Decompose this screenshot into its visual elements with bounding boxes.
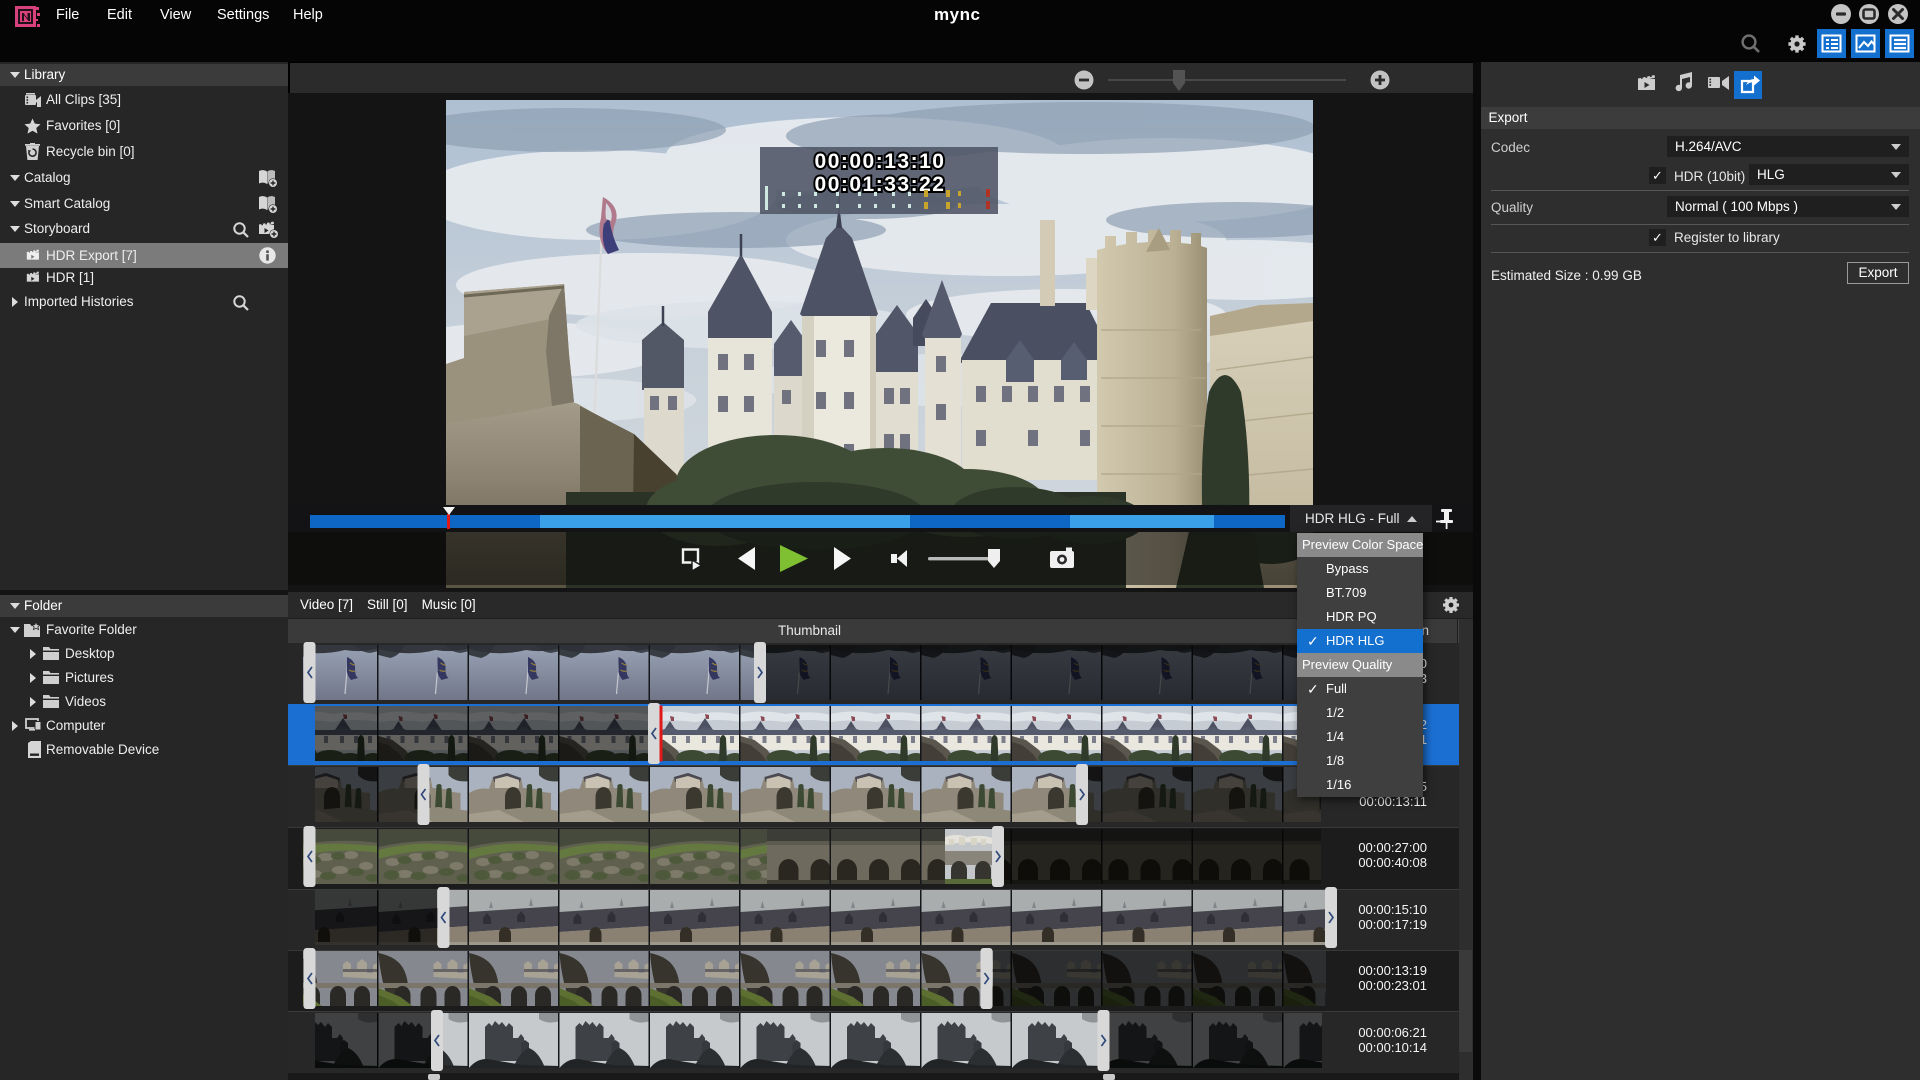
svg-text:00:00:13:10: 00:00:13:10	[815, 150, 946, 173]
